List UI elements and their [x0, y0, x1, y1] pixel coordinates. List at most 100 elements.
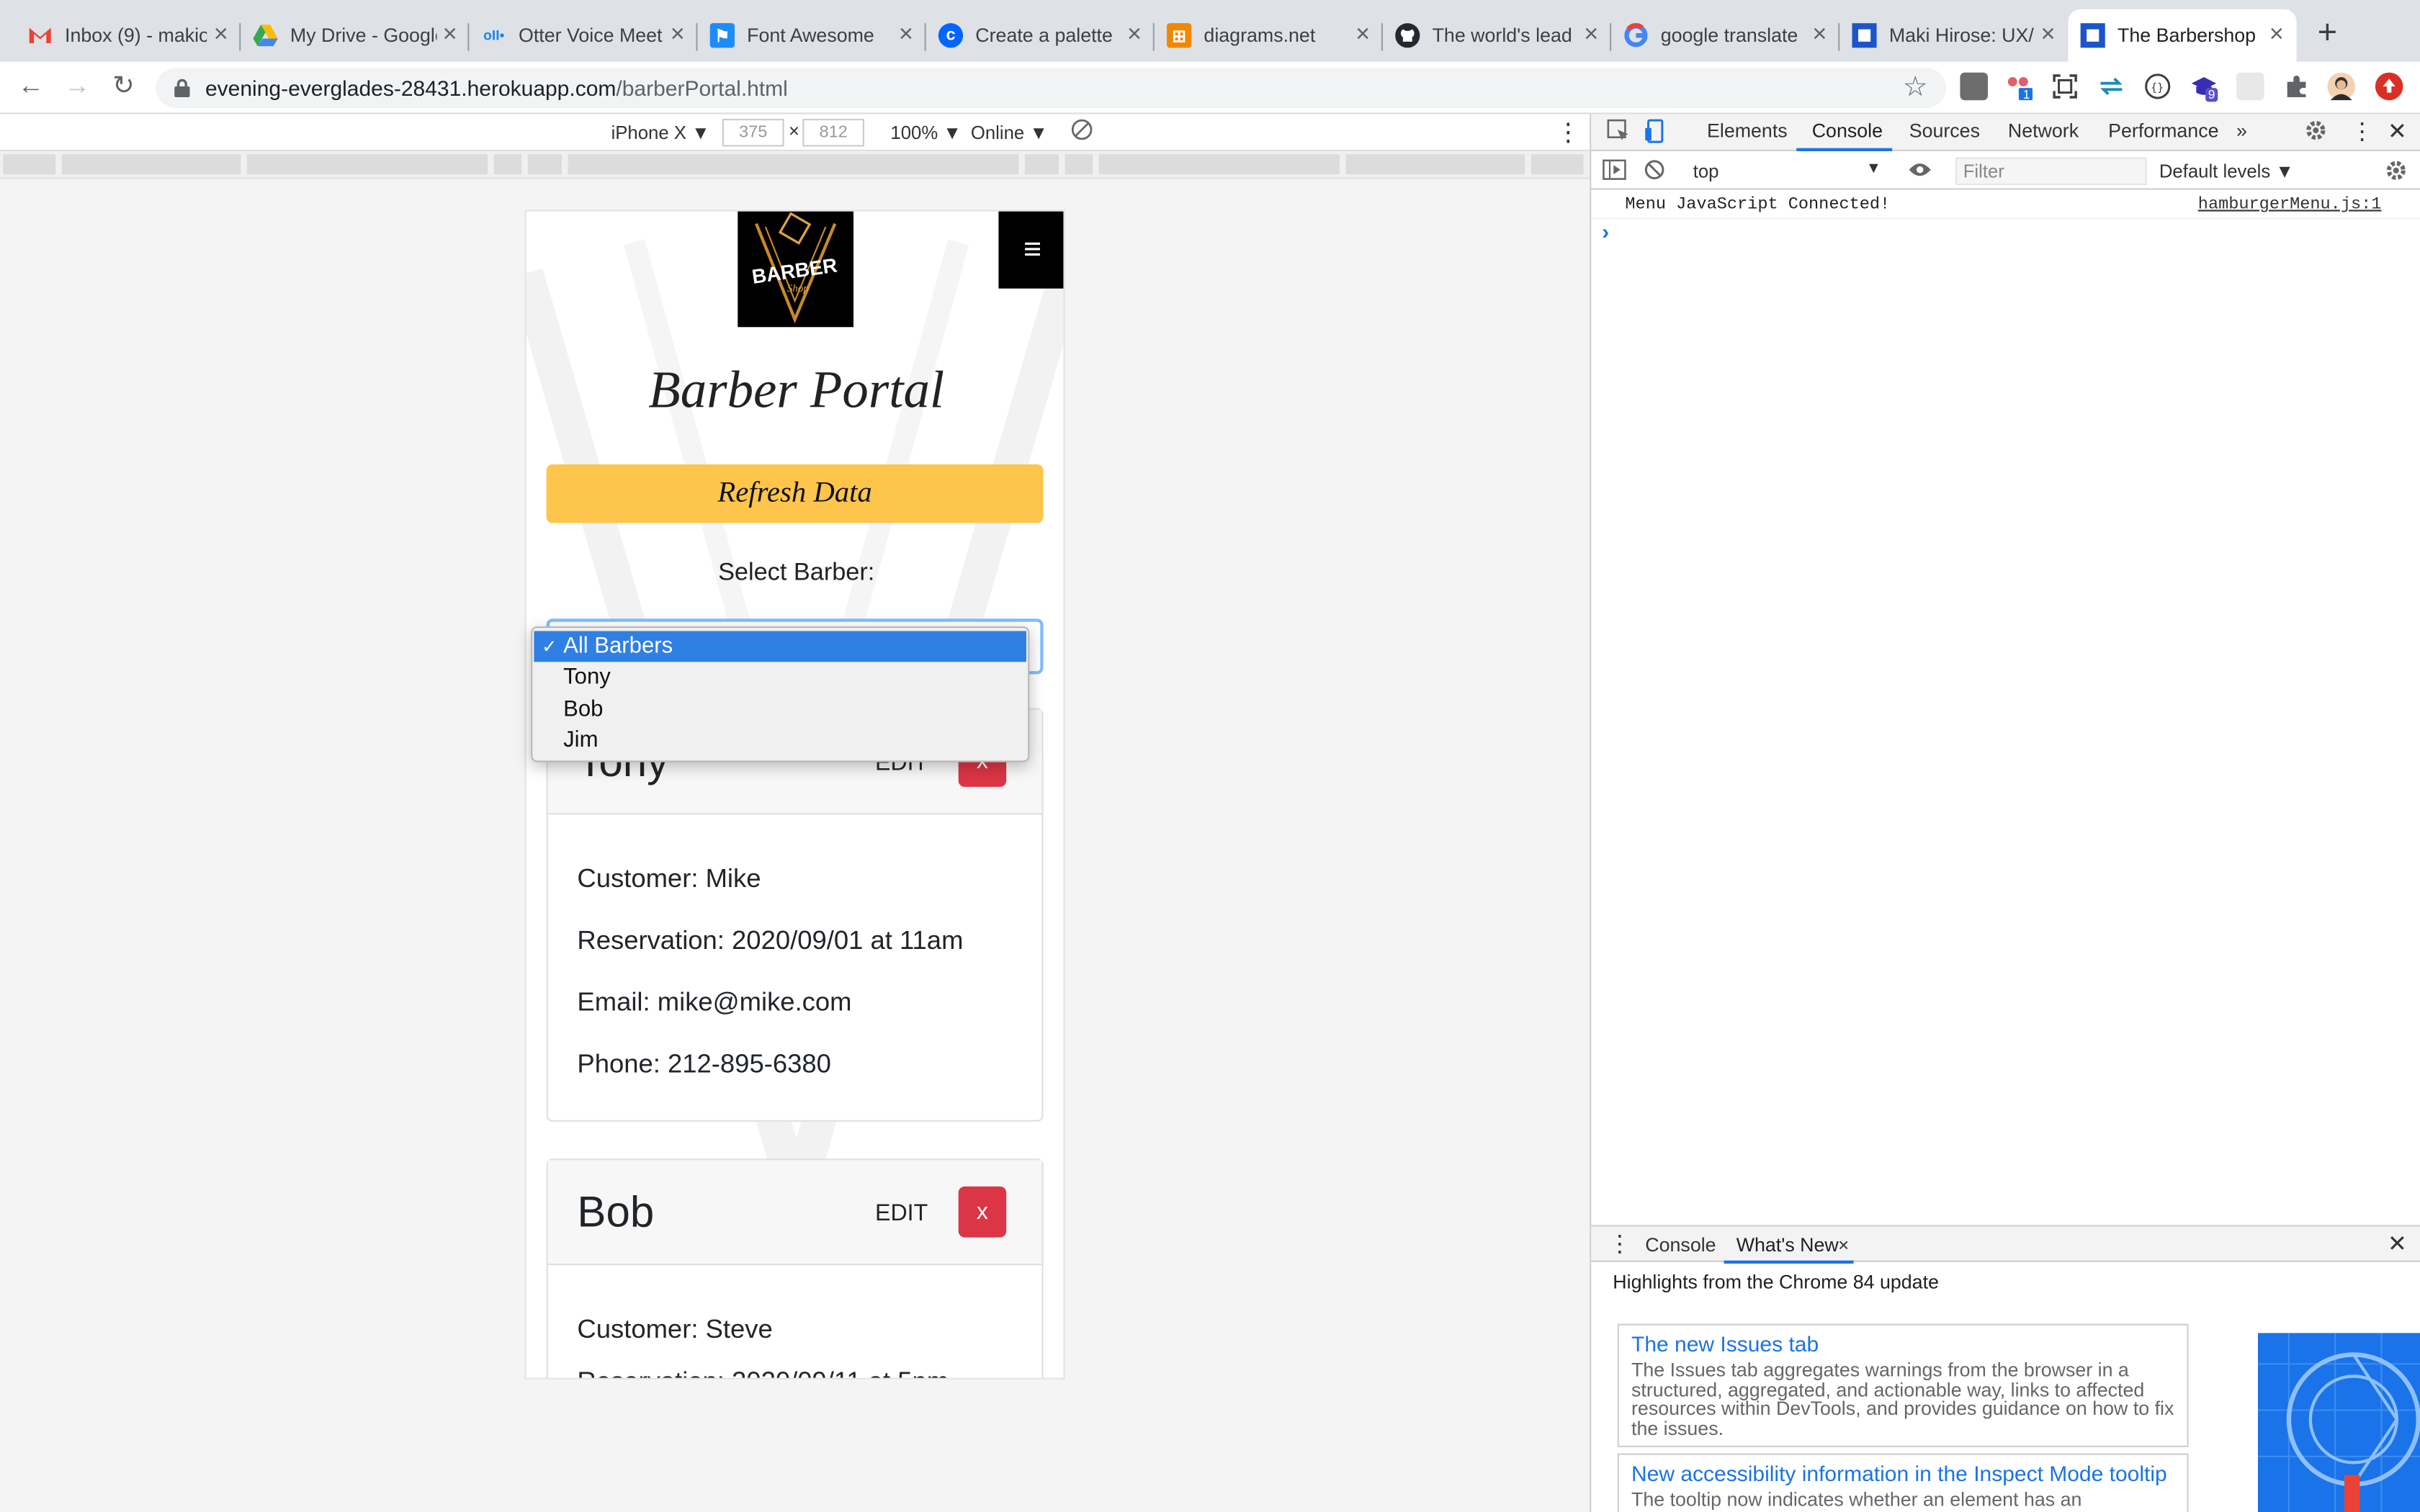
console-settings-icon[interactable] — [2385, 159, 2408, 182]
drawer-menu-icon[interactable]: ⋮ — [1608, 1230, 1631, 1257]
drawer-tab-console[interactable]: Console — [1645, 1234, 1716, 1256]
select-option-jim[interactable]: Jim — [534, 725, 1026, 756]
more-tabs-icon[interactable]: » — [2236, 120, 2247, 142]
browser-tab[interactable]: The world's lead × — [1383, 9, 1612, 62]
settings-gear-icon[interactable] — [2304, 119, 2327, 142]
tab-sources[interactable]: Sources — [1909, 120, 1980, 142]
browser-tab[interactable]: ⊞ diagrams.net × — [1155, 9, 1383, 62]
update-icon[interactable] — [2375, 72, 2403, 101]
browser-tab[interactable]: ⚑ Font Awesome × — [698, 9, 926, 62]
eye-icon[interactable] — [1908, 161, 1932, 179]
console-toolbar: top ▼ Filter Default levels ▼ — [1591, 153, 2420, 190]
active-drawer-tab-indicator — [1724, 1260, 1854, 1264]
clear-console-icon[interactable] — [1644, 159, 1665, 181]
browser-tab[interactable]: oII• Otter Voice Meet × — [469, 9, 698, 62]
viewport-height-field[interactable]: 812 — [802, 119, 864, 147]
mobile-page: BARBER Shop ≡ Barber Portal Refresh Data… — [524, 210, 1065, 1380]
bookmark-star-icon[interactable]: ☆ — [1899, 69, 1932, 103]
close-tab-icon[interactable]: × — [1806, 22, 1834, 50]
otter-icon: oII• — [483, 27, 505, 43]
browser-tab-active[interactable]: The Barbershop × — [2068, 9, 2297, 62]
puzzle-icon[interactable] — [2282, 73, 2311, 101]
site-icon — [2080, 23, 2105, 48]
viewport-width-field[interactable]: 375 — [722, 119, 784, 147]
context-select[interactable]: top — [1693, 161, 1719, 182]
devtools-panel: Elements Console Sources Network Perform… — [1590, 114, 2420, 1512]
browser-tab[interactable]: c Create a palette × — [926, 9, 1155, 62]
address-bar[interactable]: evening-everglades-28431.herokuapp.com/b… — [156, 68, 1947, 108]
site-icon — [1852, 23, 1877, 48]
close-tab-icon[interactable]: × — [1121, 22, 1149, 50]
select-option-all-barbers[interactable]: ✓ All Barbers — [534, 631, 1026, 662]
graduation-cap-icon[interactable]: 9 — [2190, 73, 2218, 102]
extension-icon[interactable] — [2236, 72, 2264, 101]
device-select[interactable]: iPhone X ▼ — [611, 122, 710, 143]
whats-new-title[interactable]: New accessibility information in the Ins… — [1631, 1461, 2174, 1485]
more-options-icon[interactable]: ⋮ — [1556, 117, 1580, 148]
zoom-select[interactable]: 100% ▼ — [890, 122, 961, 143]
refresh-data-button[interactable]: Refresh Data — [546, 464, 1044, 523]
context-dropdown-icon[interactable]: ▼ — [1866, 161, 1881, 178]
select-option-tony[interactable]: Tony — [534, 662, 1026, 693]
close-drawer-icon[interactable]: ✕ — [2388, 1230, 2407, 1257]
close-devtools-icon[interactable]: ✕ — [2388, 117, 2407, 145]
close-tab-icon[interactable]: × — [2262, 22, 2290, 50]
console-prompt[interactable]: › — [1602, 219, 1609, 243]
drawer-tabbar: ⋮ Console What's New × ✕ — [1591, 1225, 2420, 1264]
customer-text: Customer: Mike — [577, 864, 761, 894]
console-filter-input[interactable]: Filter — [1955, 157, 2147, 186]
close-tab-icon[interactable]: × — [207, 22, 235, 50]
close-tab-icon[interactable]: × — [1577, 22, 1605, 50]
browser-tab[interactable]: google translate × — [1611, 9, 1840, 62]
new-tab-button[interactable]: + — [2309, 13, 2346, 50]
sidebar-toggle-icon[interactable] — [1602, 159, 1626, 181]
whats-new-card[interactable]: The new Issues tab The Issues tab aggreg… — [1617, 1323, 2189, 1447]
phone-text: Phone: 212-895-6380 — [577, 1049, 831, 1079]
close-drawer-tab-icon[interactable]: × — [1838, 1234, 1849, 1256]
close-tab-icon[interactable]: × — [2034, 22, 2062, 50]
tab-strip: Inbox (9) - makio × My Drive - Google × … — [0, 0, 2420, 62]
whats-new-card[interactable]: New accessibility information in the Ins… — [1617, 1453, 2189, 1512]
extension-icon[interactable] — [1960, 72, 1988, 101]
code-extension-icon[interactable]: {} — [2143, 73, 2172, 101]
log-levels-select[interactable]: Default levels ▼ — [2159, 161, 2294, 182]
customer-text: Customer: Steve — [577, 1314, 773, 1344]
tab-network[interactable]: Network — [2008, 120, 2079, 142]
devtools-tabbar: Elements Console Sources Network Perform… — [1591, 114, 2420, 151]
reload-button[interactable]: ↻ — [107, 69, 140, 103]
edit-button[interactable]: EDIT — [875, 1200, 928, 1226]
avatar[interactable] — [2327, 72, 2355, 101]
arrows-extension-icon[interactable] — [2097, 73, 2125, 101]
browser-tab[interactable]: My Drive - Google × — [241, 9, 470, 62]
device-toggle-icon[interactable] — [1644, 119, 1668, 143]
back-button[interactable]: ← — [14, 69, 48, 103]
whats-new-desc: The Issues tab aggregates warnings from … — [1631, 1359, 2174, 1439]
browser-tab[interactable]: Maki Hirose: UX/ × — [1839, 9, 2068, 62]
browser-tab[interactable]: Inbox (9) - makio × — [15, 9, 241, 62]
extension-icon[interactable]: 1 — [2004, 72, 2033, 102]
select-barber-label: Select Barber: — [718, 559, 875, 587]
close-tab-icon[interactable]: × — [892, 22, 920, 50]
forward-button[interactable]: → — [60, 69, 94, 103]
close-tab-icon[interactable]: × — [663, 22, 691, 50]
card-header: Bob EDIT x — [547, 1160, 1042, 1266]
hamburger-menu-button[interactable]: ≡ — [998, 211, 1064, 289]
drawer-tab-whats-new[interactable]: What's New — [1736, 1234, 1839, 1256]
tab-console[interactable]: Console — [1812, 120, 1883, 142]
tab-elements[interactable]: Elements — [1707, 120, 1788, 142]
close-tab-icon[interactable]: × — [1349, 22, 1377, 50]
tab-performance[interactable]: Performance — [2108, 120, 2218, 142]
network-throttle-select[interactable]: Online ▼ — [971, 122, 1048, 143]
rotate-icon[interactable] — [1071, 119, 1093, 140]
barber-shop-logo[interactable]: BARBER Shop — [738, 211, 853, 328]
whats-new-title[interactable]: The new Issues tab — [1631, 1331, 2174, 1356]
close-tab-icon[interactable]: × — [436, 22, 462, 50]
devtools-menu-icon[interactable]: ⋮ — [2351, 117, 2374, 145]
github-icon — [1395, 23, 1420, 48]
inspect-element-icon[interactable] — [1607, 119, 1631, 143]
screenshot-icon[interactable] — [2051, 73, 2079, 101]
select-option-bob[interactable]: Bob — [534, 694, 1026, 725]
console-source-link[interactable]: hamburgerMenu.js:1 — [2198, 196, 2382, 215]
delete-button[interactable]: x — [958, 1186, 1007, 1238]
google-drive-icon — [253, 23, 278, 48]
